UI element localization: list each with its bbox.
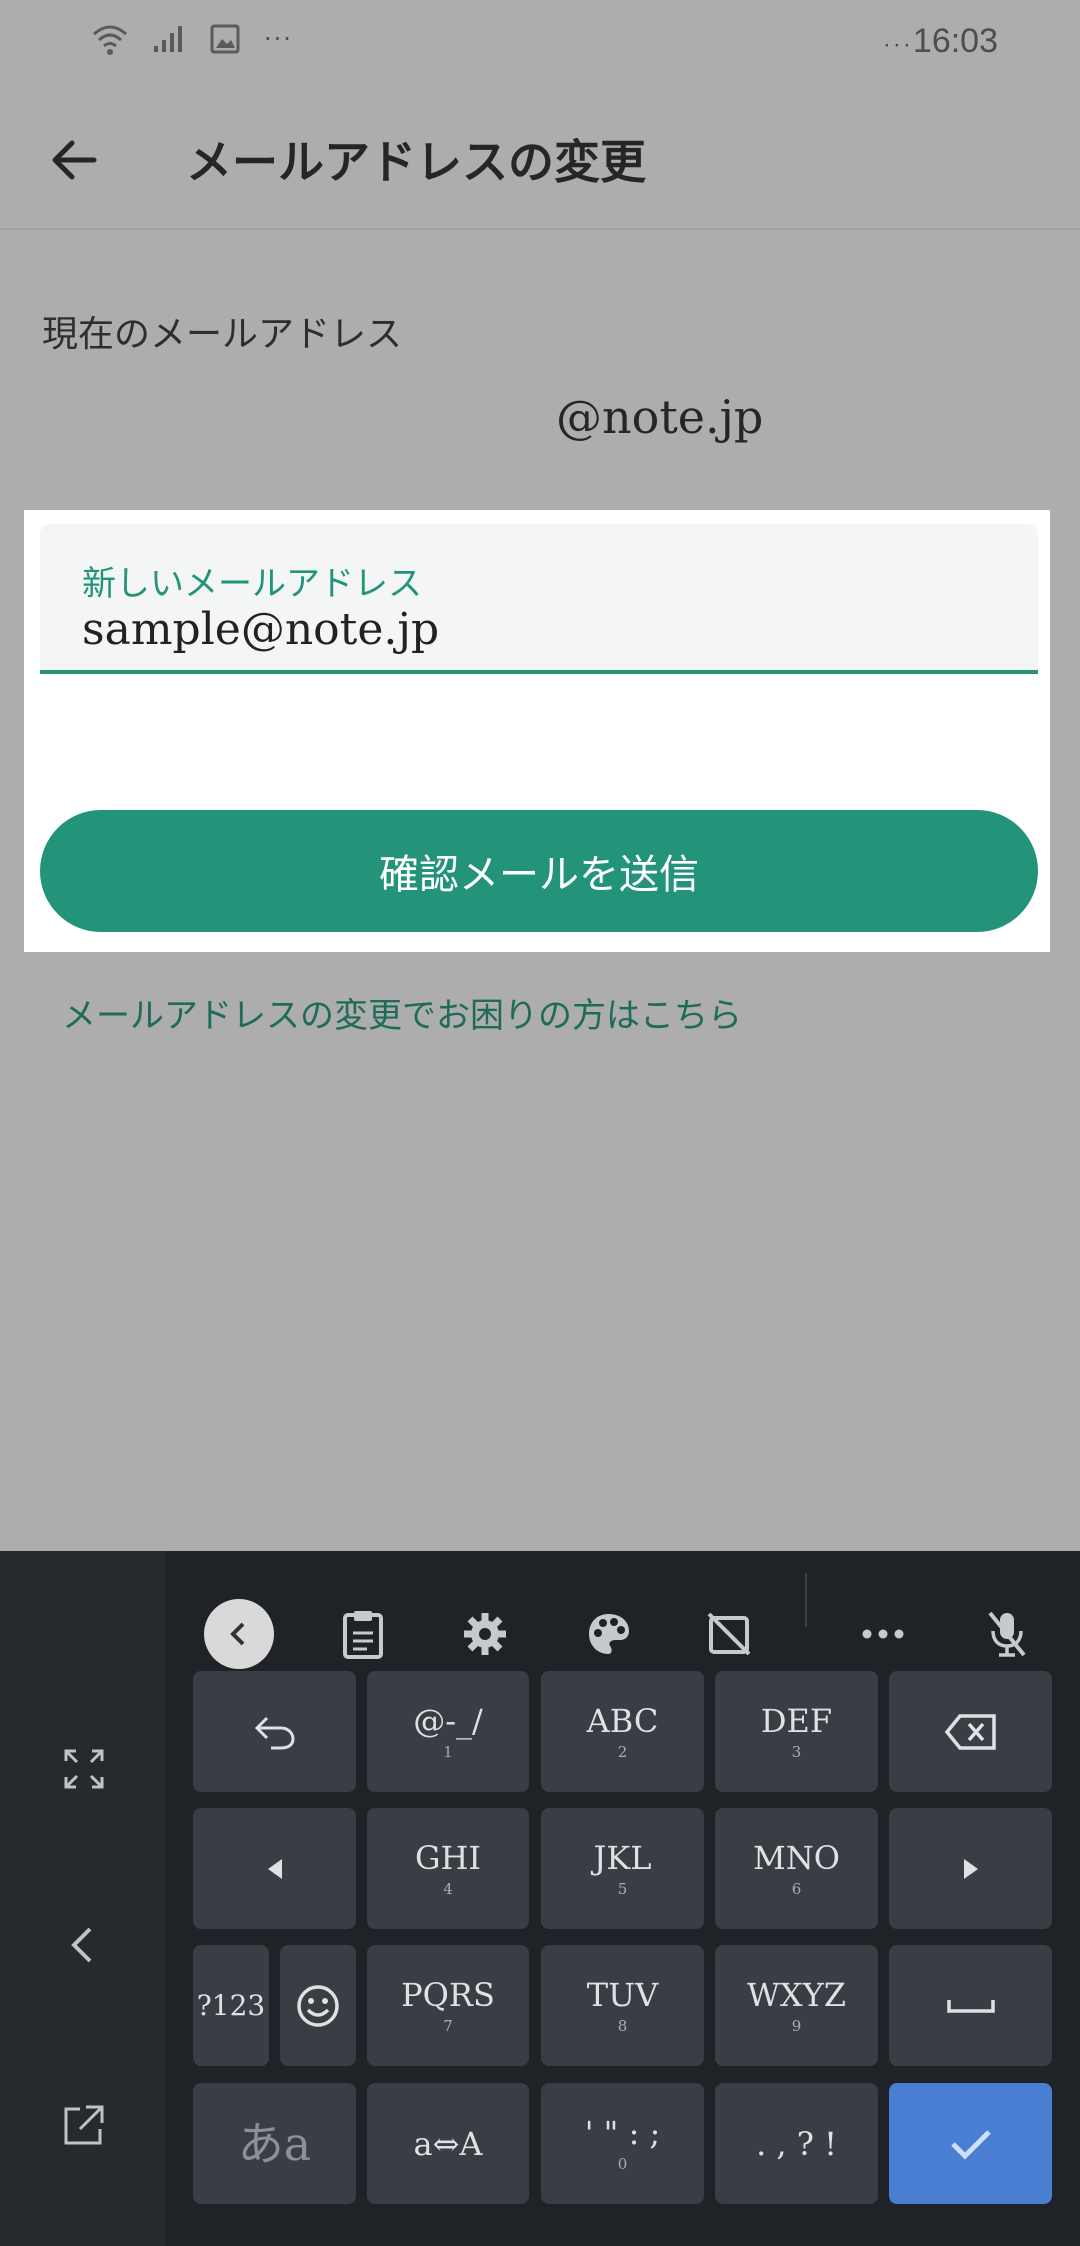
key-6[interactable]: MNO 6: [715, 1808, 878, 1929]
status-overflow: ···: [264, 25, 293, 53]
new-email-input[interactable]: sample@note.jp: [82, 604, 439, 655]
checkmark-icon: [950, 2129, 991, 2160]
image-notification-icon: [210, 24, 240, 54]
key-9-digit: 9: [791, 2016, 802, 2035]
emoji-key[interactable]: [280, 1945, 356, 2066]
case-toggle-label: a⇔A: [413, 2124, 483, 2163]
key-2-digit: 2: [617, 1742, 628, 1761]
signal-icon: [154, 26, 182, 52]
key-2-label: ABC: [586, 1701, 659, 1740]
status-icons: ···: [92, 22, 293, 56]
status-time: ···16:03: [883, 22, 998, 61]
key-0[interactable]: ' " : ; 0: [541, 2083, 704, 2204]
mic-off-icon[interactable]: [972, 1599, 1042, 1669]
collapse-left-icon[interactable]: [56, 1917, 112, 1973]
page-title: メールアドレスの変更: [186, 135, 646, 189]
punctuation-key[interactable]: . , ? !: [715, 2083, 878, 2204]
no-image-icon[interactable]: [694, 1599, 764, 1669]
gear-icon[interactable]: [450, 1599, 520, 1669]
popout-icon[interactable]: [56, 2097, 112, 2153]
key-1[interactable]: @-_/ 1: [367, 1671, 529, 1792]
punctuation-key-label: . , ? !: [756, 2124, 837, 2163]
triangle-left-icon: [267, 1858, 282, 1879]
new-email-label: 新しいメールアドレス: [82, 564, 422, 604]
palette-icon[interactable]: [574, 1599, 644, 1669]
kana-toggle-key[interactable]: あa: [193, 2083, 356, 2204]
cursor-right-key[interactable]: [889, 1808, 1052, 1929]
key-7-digit: 7: [443, 2016, 453, 2035]
chevron-left-icon[interactable]: [204, 1599, 274, 1669]
kana-toggle-label: あa: [237, 2116, 312, 2171]
key-2[interactable]: ABC 2: [541, 1671, 704, 1792]
key-8-label: TUV: [586, 1975, 659, 2014]
keyboard-side-panel: [0, 1551, 166, 2246]
case-toggle-key[interactable]: a⇔A: [367, 2083, 529, 2204]
back-arrow-icon[interactable]: [44, 130, 104, 190]
symbols-key[interactable]: ?123: [193, 1945, 269, 2066]
key-6-digit: 6: [791, 1879, 802, 1898]
space-icon: [946, 1999, 995, 2013]
space-key[interactable]: [889, 1945, 1052, 2066]
help-link[interactable]: メールアドレスの変更でお困りの方はこちら: [62, 988, 742, 1037]
key-5[interactable]: JKL 5: [541, 1808, 704, 1929]
key-9-label: WXYZ: [746, 1975, 847, 2014]
key-3-digit: 3: [791, 1742, 802, 1761]
more-icon[interactable]: [848, 1599, 918, 1669]
fullscreen-icon[interactable]: [56, 1741, 112, 1797]
undo-key[interactable]: [193, 1671, 356, 1792]
time-prefix: ···: [882, 31, 913, 58]
backspace-icon: [944, 1713, 996, 1750]
toolbar-divider: [805, 1573, 807, 1627]
current-email-value: @note.jp: [556, 390, 764, 444]
key-5-label: JKL: [593, 1838, 652, 1877]
key-0-label: ' " : ;: [584, 2113, 661, 2152]
key-0-digit: 0: [617, 2154, 628, 2173]
cursor-left-key[interactable]: [193, 1808, 356, 1929]
triangle-right-icon: [963, 1858, 978, 1879]
key-8[interactable]: TUV 8: [541, 1945, 704, 2066]
key-4-digit: 4: [443, 1879, 453, 1898]
key-1-label: @-_/: [413, 1701, 483, 1740]
app-bar: メールアドレスの変更: [0, 90, 1080, 230]
key-5-digit: 5: [617, 1879, 628, 1898]
key-7-label: PQRS: [401, 1975, 495, 2014]
key-6-label: MNO: [753, 1838, 840, 1877]
key-4-label: GHI: [414, 1838, 482, 1877]
symbols-key-label: ?123: [196, 1988, 266, 2022]
current-email-label: 現在のメールアドレス: [42, 314, 403, 355]
key-3[interactable]: DEF 3: [715, 1671, 878, 1792]
clock: 16:03: [912, 22, 998, 60]
key-1-digit: 1: [443, 1742, 453, 1761]
key-7[interactable]: PQRS 7: [367, 1945, 529, 2066]
key-8-digit: 8: [617, 2016, 628, 2035]
enter-key[interactable]: [889, 2083, 1052, 2204]
clipboard-icon[interactable]: [328, 1599, 398, 1669]
key-9[interactable]: WXYZ 9: [715, 1945, 878, 2066]
emoji-icon: [297, 1984, 339, 2027]
backspace-key[interactable]: [889, 1671, 1052, 1792]
send-confirmation-button[interactable]: 確認メールを送信: [40, 810, 1038, 932]
undo-icon: [254, 1716, 295, 1749]
email-form-card: 新しいメールアドレス sample@note.jp 確認メールを送信: [24, 510, 1050, 952]
key-3-label: DEF: [760, 1701, 833, 1740]
status-bar: ··· ···16:03: [0, 0, 1080, 90]
wifi-icon: [93, 25, 127, 55]
key-4[interactable]: GHI 4: [367, 1808, 529, 1929]
new-email-field[interactable]: 新しいメールアドレス sample@note.jp: [40, 524, 1038, 674]
